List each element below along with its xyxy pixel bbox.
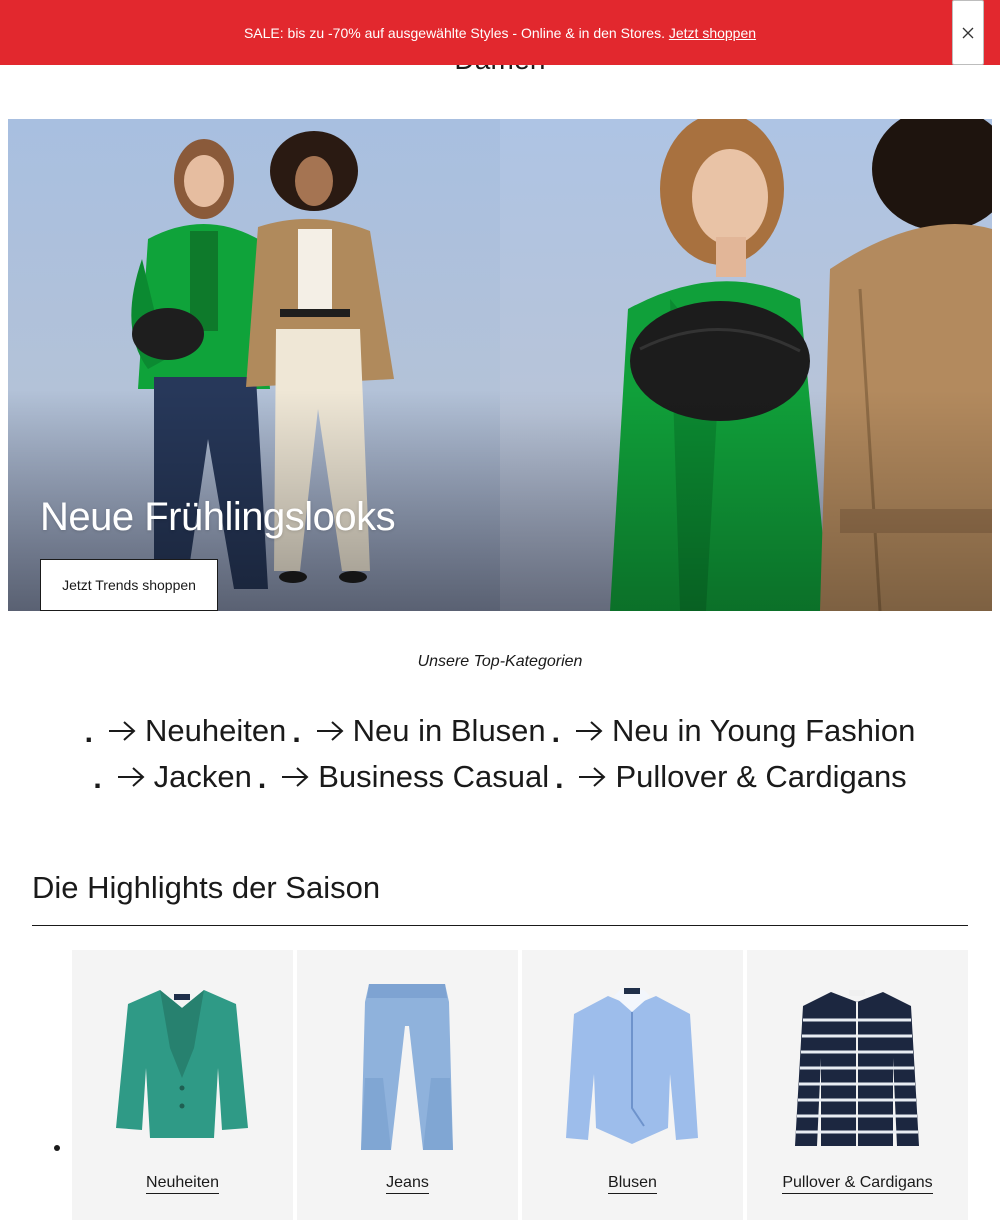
category-label: Pullover & Cardigans — [615, 759, 907, 794]
category-label: Neu in Young Fashion — [612, 713, 916, 748]
hero-title: Neue Frühlingslooks — [40, 495, 396, 539]
arrow-right-icon — [579, 767, 606, 787]
list-bullet: . — [292, 716, 301, 749]
highlights-title: Die Highlights der Saison — [32, 870, 381, 905]
top-categories-row-1: . Neuheiten . Neu in Blusen . Neu in You… — [0, 713, 1000, 749]
blazer-image — [98, 978, 267, 1158]
highlight-card-pullover-cardigans[interactable]: Pullover & Cardigans — [747, 950, 968, 1220]
arrow-right-icon — [316, 721, 344, 741]
category-link-jacken[interactable]: . Jacken — [93, 759, 252, 795]
category-label: Jacken — [153, 759, 252, 794]
highlight-card-blusen[interactable]: Blusen — [522, 950, 743, 1220]
hero-image-right — [500, 119, 992, 611]
cardigan-image — [773, 978, 942, 1158]
category-link-pullover-cardigans[interactable]: . Pullover & Cardigans — [555, 759, 907, 795]
category-label: Neuheiten — [144, 713, 287, 748]
blouse-image — [548, 978, 717, 1158]
hero-cta-button[interactable]: Jetzt Trends shoppen — [40, 559, 218, 611]
arrow-right-icon — [108, 721, 136, 741]
highlight-card-neuheiten[interactable]: Neuheiten — [72, 950, 293, 1220]
category-link-neu-in-blusen[interactable]: . Neu in Blusen — [292, 713, 545, 749]
arrow-right-icon — [282, 767, 309, 787]
category-link-neuheiten[interactable]: . Neuheiten — [85, 713, 287, 749]
card-label: Blusen — [608, 1174, 657, 1194]
category-label: Neu in Blusen — [352, 713, 546, 748]
list-bullet: . — [84, 716, 93, 749]
card-label: Pullover & Cardigans — [782, 1174, 933, 1194]
list-bullet: . — [551, 716, 561, 749]
promo-close-button[interactable] — [952, 0, 984, 65]
section-divider — [32, 925, 968, 926]
arrow-right-icon — [117, 767, 145, 787]
jeans-image — [323, 978, 492, 1158]
list-bullet: . — [257, 762, 267, 795]
list-bullet: . — [93, 762, 102, 795]
hero-banner[interactable]: Neue Frühlingslooks Jetzt Trends shoppen — [8, 119, 992, 611]
arrow-right-icon — [576, 721, 603, 741]
promo-banner: SALE: bis zu -70% auf ausgewählte Styles… — [0, 0, 1000, 65]
category-label: Business Casual — [318, 759, 550, 794]
category-link-neu-in-young-fashion[interactable]: . Neu in Young Fashion — [552, 713, 916, 749]
category-link-business-casual[interactable]: . Business Casual — [258, 759, 549, 795]
highlight-card-jeans[interactable]: Jeans — [297, 950, 518, 1220]
list-bullet: . — [555, 762, 564, 795]
top-categories-label: Unsere Top-Kategorien — [417, 653, 583, 670]
close-icon — [962, 27, 974, 38]
promo-text: SALE: bis zu -70% auf ausgewählte Styles… — [243, 24, 665, 41]
card-label: Jeans — [386, 1174, 429, 1194]
promo-shop-link[interactable]: Jetzt shoppen — [669, 25, 756, 41]
top-categories-row-2: . Jacken . Business Casual . Pullover & … — [0, 759, 1000, 795]
card-label: Neuheiten — [146, 1174, 219, 1194]
list-bullet — [54, 1145, 60, 1151]
